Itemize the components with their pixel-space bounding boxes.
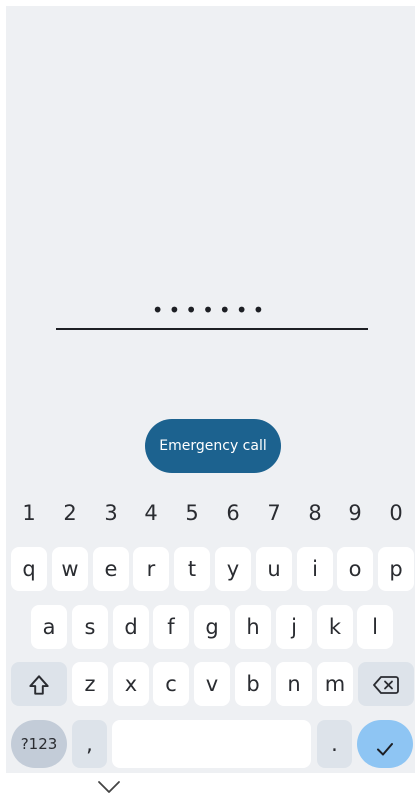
key-i[interactable]: i (297, 547, 333, 591)
comma-key[interactable]: , (72, 720, 107, 768)
keyboard: 1 2 3 4 5 6 7 8 9 0 q w e r t y u i o p … (6, 484, 415, 773)
key-l[interactable]: l (357, 605, 393, 649)
key-7[interactable]: 7 (254, 498, 294, 528)
key-c[interactable]: c (153, 662, 189, 706)
enter-key[interactable] (357, 720, 413, 768)
key-r[interactable]: r (133, 547, 169, 591)
emergency-call-button[interactable]: Emergency call (145, 419, 281, 473)
key-g[interactable]: g (194, 605, 230, 649)
checkmark-icon (377, 743, 393, 756)
pin-entry-area: ••••••• Emergency call (6, 6, 415, 484)
key-5[interactable]: 5 (172, 498, 212, 528)
key-b[interactable]: b (235, 662, 271, 706)
key-m[interactable]: m (317, 662, 353, 706)
key-q[interactable]: q (11, 547, 47, 591)
shift-key[interactable] (11, 662, 67, 706)
navigation-bar (0, 773, 415, 805)
key-8[interactable]: 8 (295, 498, 335, 528)
chevron-down-icon[interactable] (97, 779, 121, 795)
backspace-key[interactable] (358, 662, 414, 706)
key-h[interactable]: h (235, 605, 271, 649)
key-z[interactable]: z (72, 662, 108, 706)
key-k[interactable]: k (317, 605, 353, 649)
key-x[interactable]: x (113, 662, 149, 706)
key-1[interactable]: 1 (9, 498, 49, 528)
key-t[interactable]: t (174, 547, 210, 591)
key-6[interactable]: 6 (213, 498, 253, 528)
key-s[interactable]: s (72, 605, 108, 649)
key-d[interactable]: d (113, 605, 149, 649)
key-u[interactable]: u (256, 547, 292, 591)
key-f[interactable]: f (153, 605, 189, 649)
key-2[interactable]: 2 (50, 498, 90, 528)
symbols-key[interactable]: ?123 (11, 720, 67, 768)
key-j[interactable]: j (276, 605, 312, 649)
lock-screen: ••••••• Emergency call 1 2 3 4 5 6 7 8 9… (0, 0, 415, 805)
pin-input-underline (56, 328, 368, 330)
key-e[interactable]: e (93, 547, 129, 591)
shift-icon (29, 675, 49, 695)
space-key[interactable] (112, 720, 311, 768)
key-3[interactable]: 3 (91, 498, 131, 528)
key-n[interactable]: n (276, 662, 312, 706)
backspace-icon (373, 676, 399, 694)
key-9[interactable]: 9 (335, 498, 375, 528)
key-4[interactable]: 4 (131, 498, 171, 528)
key-y[interactable]: y (215, 547, 251, 591)
pin-input[interactable]: ••••••• (6, 296, 415, 324)
period-key[interactable]: . (317, 720, 352, 768)
key-v[interactable]: v (194, 662, 230, 706)
key-a[interactable]: a (31, 605, 67, 649)
key-o[interactable]: o (337, 547, 373, 591)
key-0[interactable]: 0 (376, 498, 415, 528)
key-p[interactable]: p (378, 547, 414, 591)
key-w[interactable]: w (52, 547, 88, 591)
number-row: 1 2 3 4 5 6 7 8 9 0 (6, 498, 415, 528)
